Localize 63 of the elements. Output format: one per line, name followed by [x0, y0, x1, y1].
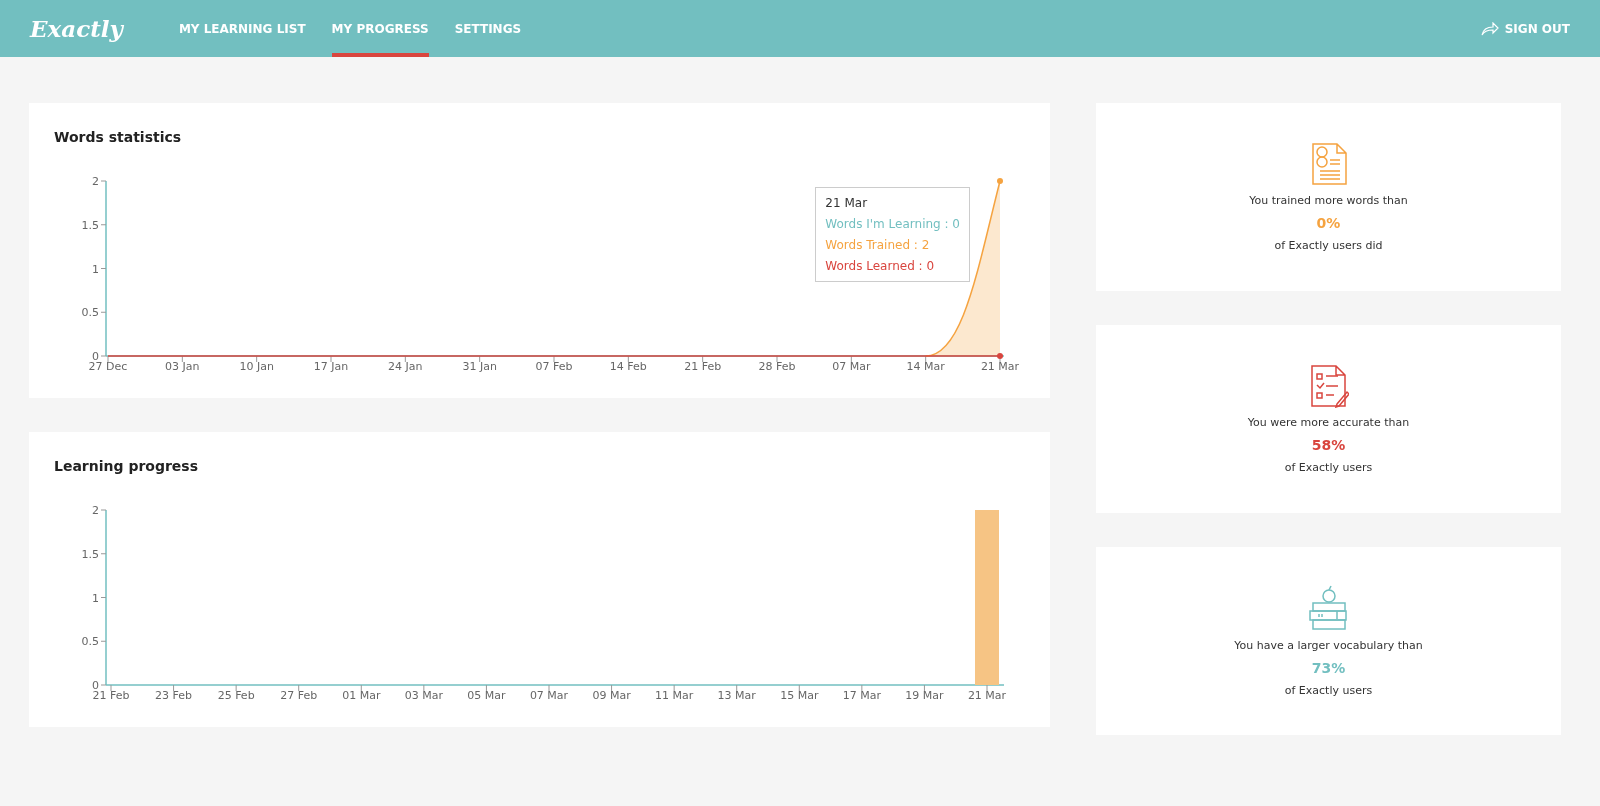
- y-tick-label: 0.5: [81, 635, 99, 649]
- y-tick-label: 0: [92, 350, 99, 363]
- x-tick-label: 09 Mar: [592, 689, 631, 702]
- stat-text: of Exactly users did: [1274, 239, 1383, 252]
- x-tick-label: 24 Jan: [388, 360, 423, 373]
- stat-text: You were more accurate than: [1247, 416, 1410, 429]
- y-tick-label: 2: [92, 504, 99, 517]
- tooltip-line: Words I'm Learning : 0: [825, 217, 960, 231]
- y-tick-label: 0.5: [81, 306, 99, 320]
- y-tick-label: 1: [92, 591, 99, 605]
- x-tick-label: 21 Feb: [92, 689, 130, 702]
- x-tick-label: 23 Feb: [155, 689, 193, 702]
- data-point: [997, 353, 1003, 359]
- logo[interactable]: Exactly: [30, 0, 123, 57]
- y-tick-label: 1.5: [81, 547, 99, 561]
- share-arrow-icon: [1480, 21, 1499, 36]
- nav-tab[interactable]: SETTINGS: [454, 0, 522, 57]
- x-tick-label: 03 Mar: [404, 689, 443, 702]
- y-tick-label: 2: [92, 175, 99, 188]
- nav-tab[interactable]: MY PROGRESS: [331, 0, 429, 57]
- y-tick-label: 1: [92, 262, 99, 276]
- stat-text: of Exactly users: [1284, 461, 1373, 474]
- x-tick-label: 07 Feb: [535, 360, 573, 373]
- x-tick-label: 21 Mar: [967, 689, 1007, 702]
- nav-tab[interactable]: MY LEARNING LIST: [178, 0, 306, 57]
- x-tick-label: 28 Feb: [758, 360, 796, 373]
- data-point: [997, 178, 1003, 184]
- stat-percent: 73%: [1311, 660, 1346, 676]
- x-tick-label: 27 Feb: [280, 689, 318, 702]
- x-tick-label: 03 Jan: [165, 360, 200, 373]
- tooltip-line: Words Trained : 2: [825, 238, 931, 252]
- x-tick-label: 05 Mar: [467, 689, 506, 702]
- sign-out-link[interactable]: SIGN OUT: [1480, 0, 1570, 57]
- x-tick-label: 13 Mar: [717, 689, 756, 702]
- y-tick-label: 0: [92, 679, 99, 692]
- y-tick-label: 1.5: [81, 218, 99, 232]
- x-tick-label: 25 Feb: [217, 689, 255, 702]
- x-tick-label: 21 Feb: [684, 360, 722, 373]
- x-tick-label: 07 Mar: [529, 689, 569, 702]
- x-tick-label: 17 Mar: [842, 689, 881, 702]
- x-tick-label: 19 Mar: [905, 689, 944, 702]
- x-tick-label: 14 Mar: [906, 360, 945, 373]
- card-title: Learning progress: [54, 458, 200, 474]
- card-title: Words statistics: [54, 129, 183, 145]
- stat-text: You have a larger vocabulary than: [1234, 639, 1423, 652]
- x-tick-label: 14 Feb: [609, 360, 647, 373]
- x-tick-label: 11 Mar: [655, 689, 694, 702]
- stat-text: of Exactly users: [1284, 684, 1373, 697]
- x-tick-label: 01 Mar: [342, 689, 381, 702]
- x-tick-label: 07 Mar: [832, 360, 871, 373]
- tooltip-line: Words Learned : 0: [825, 259, 936, 273]
- document-icon: [1309, 142, 1348, 186]
- tooltip-title: 21 Mar: [825, 196, 869, 210]
- checklist-icon: [1308, 364, 1349, 408]
- x-tick-label: 17 Jan: [313, 360, 349, 373]
- x-tick-label: 15 Mar: [780, 689, 819, 702]
- x-tick-label: 27 Dec: [88, 360, 128, 373]
- stat-percent: 58%: [1311, 437, 1346, 453]
- x-tick-label: 31 Jan: [462, 360, 497, 373]
- x-tick-label: 21 Mar: [980, 360, 1020, 373]
- stat-percent: 0%: [1316, 215, 1341, 231]
- x-tick-label: 10 Jan: [239, 360, 274, 373]
- stat-text: You trained more words than: [1249, 194, 1408, 207]
